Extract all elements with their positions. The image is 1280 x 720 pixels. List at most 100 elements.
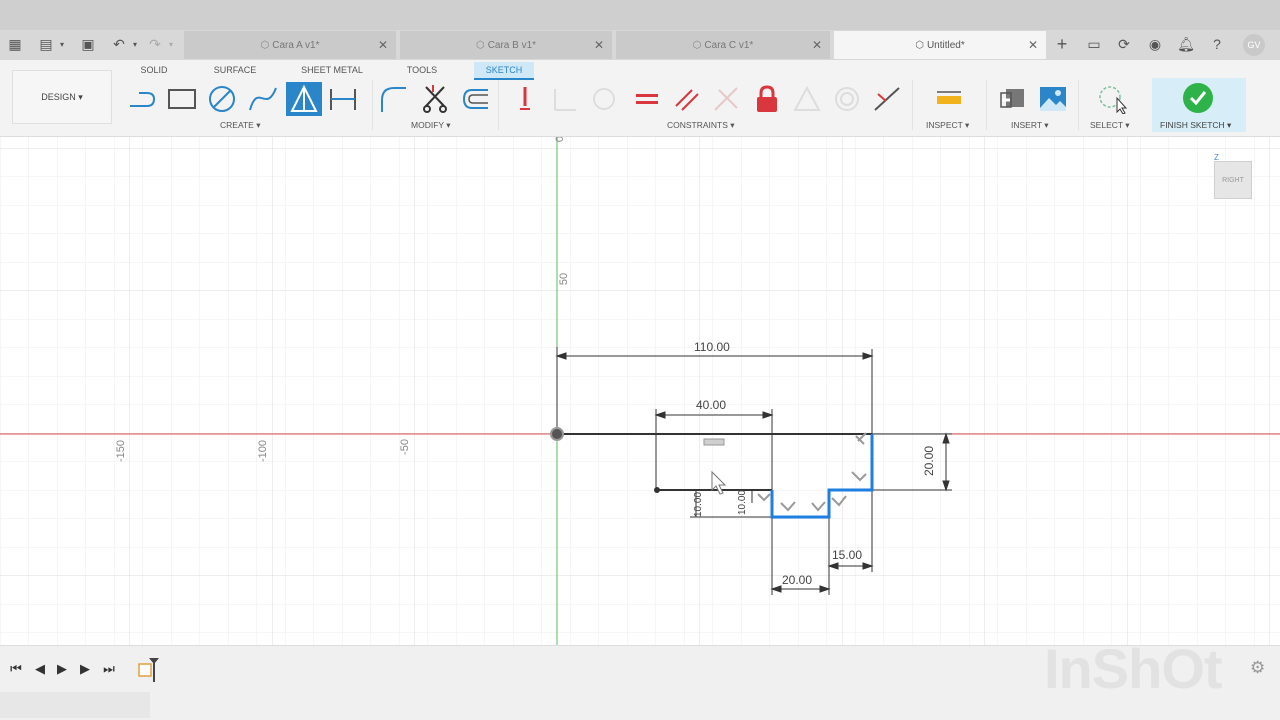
fix-lock-icon[interactable] [752,84,782,114]
sketch-drawing[interactable] [0,137,1280,645]
perpendicular-constraint-icon [711,84,741,114]
tab-tools[interactable]: TOOLS [398,62,446,78]
avatar[interactable]: GV [1243,34,1265,56]
divider [498,80,499,130]
dimension-tool-icon[interactable] [328,84,358,114]
axis-tick-label: -50 [398,439,411,455]
horizontal-constraint-marker [703,438,725,446]
inspect-menu[interactable]: INSPECT ▾ [926,120,969,131]
go-to-end-icon[interactable]: ⏭ [99,660,119,678]
tab-surface[interactable]: SURFACE [206,62,264,78]
symmetry-constraint-icon [792,84,822,114]
chat-icon[interactable]: ▭ [1084,34,1104,54]
dimension-value-40[interactable]: 40.00 [696,398,726,412]
finish-sketch-label: FINISH SKETCH ▾ [1160,120,1232,130]
create-menu[interactable]: CREATE ▾ [220,120,260,131]
checkmark-icon [1183,83,1213,113]
redo-menu-icon[interactable]: ▾ [161,34,181,54]
tab-label: Cara C v1* [704,39,754,51]
tab-cara-a[interactable]: ⬡ Cara A v1* ✕ [184,31,396,59]
modify-menu[interactable]: MODIFY ▾ [411,120,451,131]
close-icon[interactable]: ✕ [1028,38,1038,52]
help-icon[interactable]: ? [1207,34,1227,54]
insert-menu[interactable]: INSERT ▾ [1011,120,1049,131]
circle-icon[interactable] [207,84,237,114]
tab-sketch[interactable]: SKETCH [474,62,534,80]
spline-icon[interactable] [248,84,278,114]
finish-sketch-button[interactable]: FINISH SKETCH ▾ [1152,78,1246,132]
offset-icon[interactable] [460,84,490,114]
component-icon: ⬡ [475,39,485,51]
play-icon[interactable]: ▶ [52,660,72,678]
status-strip [0,692,150,718]
divider [1078,80,1079,130]
axis-tick-label: 50 [558,272,571,286]
origin-point [550,427,564,441]
tab-cara-c[interactable]: ⬡ Cara C v1* ✕ [616,31,830,59]
axis-tick-label: -100 [257,439,270,463]
equal-constraint-icon[interactable] [632,84,662,114]
new-tab-icon[interactable]: + [1052,34,1072,54]
document-tab-bar: ▦ ▤ ▾ ▣ ↶ ▾ ↷ ▾ ⬡ Cara A v1* ✕ ⬡ Cara B … [0,0,1280,60]
notification-bell-icon[interactable]: 🔔︎ [1176,34,1196,54]
select-menu[interactable]: SELECT ▾ [1090,120,1130,131]
undo-menu-icon[interactable]: ▾ [125,34,145,54]
sketch-canvas[interactable]: 0 50 -50 -100 -150 110.00 40.00 20.00 15… [0,137,1280,645]
tab-cara-b[interactable]: ⬡ Cara B v1* ✕ [400,31,612,59]
go-to-start-icon[interactable]: ⏮ [6,660,26,678]
measure-icon[interactable] [934,84,964,114]
close-icon[interactable]: ✕ [378,38,388,52]
tab-label: Untitled* [926,39,965,51]
inshot-watermark: InShOt [1044,637,1223,700]
component-icon: ⬡ [915,39,924,51]
step-back-icon[interactable]: ◀ [30,660,50,678]
divider [372,80,373,130]
coincident-constraint-icon[interactable] [510,84,540,114]
tab-untitled[interactable]: ⬡ Untitled* ✕ [834,31,1046,59]
select-cursor-icon[interactable] [1097,84,1127,114]
axis-tick-label: 0 [554,137,567,143]
midpoint-constraint-icon[interactable] [872,84,902,114]
timeline-sketch-marker[interactable] [138,656,160,684]
insert-derive-icon[interactable] [998,84,1028,114]
fillet-icon[interactable] [378,84,408,114]
timeline-bar: InShOt ⏮ ◀ ▶ ▶ ⏭ ⚙ [0,637,1280,720]
tab-label: Cara A v1* [272,39,320,51]
tab-solid[interactable]: SOLID [130,62,178,78]
triangle-sketch-icon[interactable] [286,82,322,116]
dimension-value-20-vertical[interactable]: 20.00 [922,446,936,476]
gear-icon[interactable]: ⚙ [1250,658,1265,678]
tab-label: Cara B v1* [487,39,537,51]
jobs-icon[interactable]: ◉ [1145,34,1165,54]
sketch-point [654,487,660,493]
concentric-constraint-icon [832,84,862,114]
divider [912,80,913,130]
rectangle-icon[interactable] [167,84,197,114]
tangent-constraint-icon [589,84,619,114]
trim-scissors-icon[interactable] [420,84,450,114]
app-grid-icon[interactable]: ▦ [5,34,25,54]
insert-image-icon[interactable] [1038,84,1068,114]
toolbar-ribbon: SOLID SURFACE SHEET METAL TOOLS SKETCH D… [0,60,1280,137]
component-icon: ⬡ [260,39,270,51]
close-icon[interactable]: ✕ [812,38,822,52]
divider [986,80,987,130]
workspace-switcher[interactable]: DESIGN ▾ [12,70,112,124]
dimension-value-15[interactable]: 15.00 [832,548,862,562]
title-strip [0,0,1280,30]
component-icon: ⬡ [692,39,702,51]
parallel-constraint-icon[interactable] [672,84,702,114]
constraints-menu[interactable]: CONSTRAINTS ▾ [667,120,735,131]
dimension-value-small-b[interactable]: 10.00 [737,490,748,515]
dimension-value-small-a[interactable]: 10.00 [693,492,704,517]
step-forward-icon[interactable]: ▶ [75,660,95,678]
save-icon[interactable]: ▣ [78,34,98,54]
refresh-icon[interactable]: ⟳ [1114,34,1134,54]
tab-sheet-metal[interactable]: SHEET METAL [293,62,371,78]
chevron-down-icon[interactable]: ▾ [52,34,72,54]
dimension-value-20-horizontal[interactable]: 20.00 [782,573,812,587]
view-cube[interactable]: RIGHT [1214,161,1252,199]
close-icon[interactable]: ✕ [594,38,604,52]
line-icon[interactable] [127,84,157,114]
dimension-value-110[interactable]: 110.00 [694,340,730,354]
